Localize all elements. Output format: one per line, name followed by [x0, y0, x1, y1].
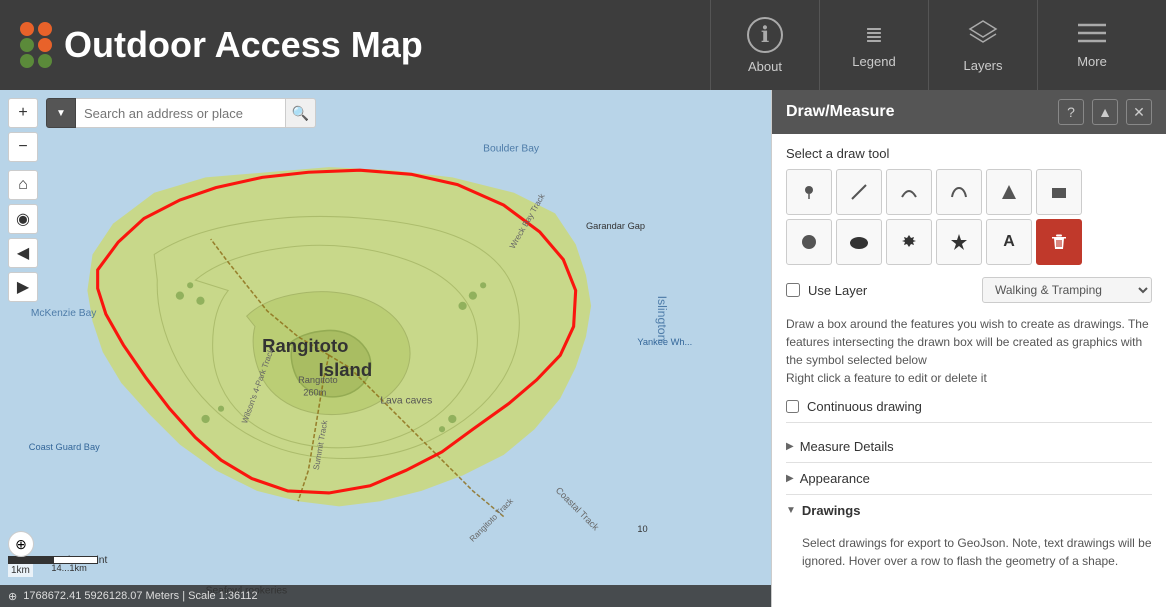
nav-about[interactable]: ℹ About [710, 0, 819, 90]
nav-more[interactable]: More [1037, 0, 1146, 90]
svg-text:Lava caves: Lava caves [380, 396, 432, 407]
svg-text:260m: 260m [303, 387, 326, 397]
nav-items: ℹ About ≣ Legend Layers [710, 0, 1146, 90]
home-button[interactable]: ⌂ [8, 170, 38, 200]
app-title: Outdoor Access Map [64, 24, 423, 66]
svg-text:Garandar Gap: Garandar Gap [586, 221, 645, 231]
zoom-out-button[interactable]: − [8, 132, 38, 162]
location-button[interactable]: ◉ [8, 204, 38, 234]
appearance-arrow: ▶ [786, 473, 794, 484]
pan-left-button[interactable]: ◀ [8, 238, 38, 268]
tool-circle[interactable] [786, 219, 832, 265]
tool-rectangle[interactable] [1036, 169, 1082, 215]
measure-details-header[interactable]: ▶ Measure Details [786, 431, 1152, 462]
drawings-header[interactable]: ▼ Drawings [786, 495, 1152, 526]
logo-dot-3 [20, 38, 34, 52]
select-tool-label: Select a draw tool [786, 146, 1152, 161]
main-area: Islington McKenzie Bay Boulder Bay Rangi… [0, 90, 1166, 607]
tool-point[interactable] [786, 169, 832, 215]
drawings-section: ▼ Drawings Select drawings for export to… [786, 495, 1152, 582]
logo-area: Outdoor Access Map [20, 22, 710, 68]
draw-panel: Draw/Measure ? ▲ ✕ Select a draw tool [771, 90, 1166, 607]
app-header: Outdoor Access Map ℹ About ≣ Legend Laye… [0, 0, 1166, 90]
draw-panel-body: Select a draw tool [772, 134, 1166, 607]
svg-text:Yankee Wh...: Yankee Wh... [637, 337, 692, 347]
nav-more-label: More [1077, 54, 1107, 69]
tool-ellipse[interactable] [836, 219, 882, 265]
svg-text:Rangitoto: Rangitoto [262, 335, 348, 356]
search-dropdown-button[interactable]: ▼ [46, 98, 76, 128]
continuous-drawing-checkbox[interactable] [786, 400, 799, 413]
svg-text:10: 10 [637, 524, 647, 534]
nav-legend[interactable]: ≣ Legend [819, 0, 928, 90]
appearance-title: Appearance [800, 471, 870, 486]
measure-details-arrow: ▶ [786, 441, 794, 452]
location-crosshair: ⊕ [8, 531, 34, 557]
continuous-drawing-label: Continuous drawing [807, 399, 922, 414]
tool-delete[interactable] [1036, 219, 1082, 265]
scale-icon: ⊕ [8, 590, 17, 603]
tool-freehand[interactable] [886, 219, 932, 265]
continuous-drawing-row: Continuous drawing [786, 399, 1152, 423]
use-layer-label: Use Layer [808, 283, 974, 298]
pan-right-button[interactable]: ▶ [8, 272, 38, 302]
use-layer-checkbox[interactable] [786, 283, 800, 297]
scale-label: 1km [8, 564, 33, 577]
measure-details-title: Measure Details [800, 439, 894, 454]
search-input[interactable] [76, 98, 286, 128]
use-layer-row: Use Layer Walking & Tramping Cycling Hor… [786, 277, 1152, 303]
svg-text:Boulder Bay: Boulder Bay [483, 144, 540, 155]
draw-panel-header: Draw/Measure ? ▲ ✕ [772, 90, 1166, 134]
zoom-in-button[interactable]: + [8, 98, 38, 128]
logo-dot-4 [38, 38, 52, 52]
svg-text:Rangitoto: Rangitoto [298, 375, 338, 385]
tool-star[interactable] [936, 219, 982, 265]
draw-panel-title: Draw/Measure [786, 103, 895, 121]
svg-text:McKenzie Bay: McKenzie Bay [31, 308, 97, 319]
appearance-header[interactable]: ▶ Appearance [786, 463, 1152, 494]
appearance-section: ▶ Appearance [786, 463, 1152, 495]
tool-text[interactable]: A [986, 219, 1032, 265]
map-area[interactable]: Islington McKenzie Bay Boulder Bay Rangi… [0, 90, 771, 607]
svg-text:Coast Guard Bay: Coast Guard Bay [29, 442, 100, 452]
nav-layers[interactable]: Layers [928, 0, 1037, 90]
logo-dot-6 [38, 54, 52, 68]
help-button[interactable]: ? [1058, 99, 1084, 125]
about-icon: ℹ [747, 17, 783, 53]
layers-icon [968, 18, 998, 52]
tool-curve[interactable] [936, 169, 982, 215]
map-controls: + − ⌂ ◉ ◀ ▶ [8, 98, 38, 302]
description-text: Draw a box around the features you wish … [786, 315, 1152, 387]
measure-details-section: ▶ Measure Details [786, 431, 1152, 463]
tool-triangle[interactable] [986, 169, 1032, 215]
search-button[interactable]: 🔍 [286, 98, 316, 128]
coordinates-text: 1768672.41 5926128.07 Meters | Scale 1:3… [23, 590, 257, 602]
scale-segment-1 [8, 556, 53, 564]
logo-dot-2 [38, 22, 52, 36]
logo-dot-1 [20, 22, 34, 36]
logo-dot-5 [20, 54, 34, 68]
status-bar: ⊕ 1768672.41 5926128.07 Meters | Scale 1… [0, 585, 771, 607]
drawings-arrow: ▼ [786, 505, 796, 516]
search-bar: ▼ 🔍 [46, 98, 316, 128]
draw-panel-actions: ? ▲ ✕ [1058, 99, 1152, 125]
tool-polyline[interactable] [886, 169, 932, 215]
nav-layers-label: Layers [963, 58, 1002, 73]
nav-legend-label: Legend [852, 54, 895, 69]
tool-line-straight[interactable] [836, 169, 882, 215]
logo-dots [20, 22, 52, 68]
close-panel-button[interactable]: ✕ [1126, 99, 1152, 125]
scale-segment-2 [53, 556, 98, 564]
nav-about-label: About [748, 59, 782, 74]
legend-icon: ≣ [865, 22, 883, 48]
scale-bar: 1km [8, 556, 98, 577]
more-icon [1078, 22, 1106, 48]
collapse-button[interactable]: ▲ [1092, 99, 1118, 125]
draw-tools-grid: A [786, 169, 1152, 265]
drawings-title: Drawings [802, 503, 861, 518]
drawings-content: Select drawings for export to GeoJson. N… [786, 526, 1152, 582]
layer-dropdown[interactable]: Walking & Tramping Cycling Horse Riding [982, 277, 1152, 303]
svg-text:Islington: Islington [655, 296, 669, 342]
